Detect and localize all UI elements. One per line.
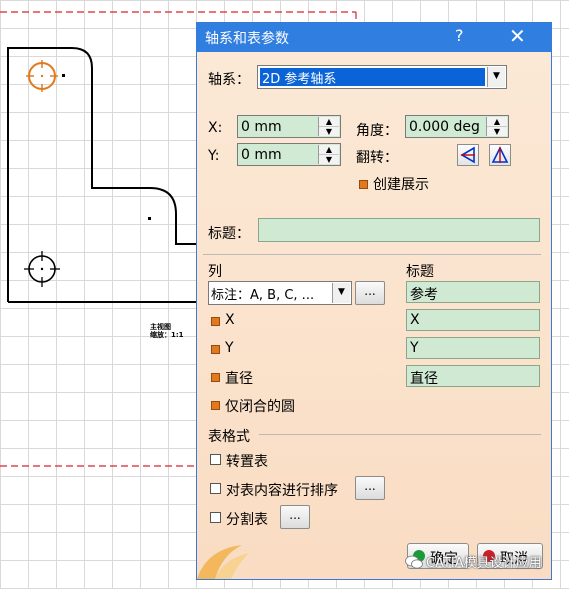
chevron-down-icon[interactable]: ▼ xyxy=(487,67,505,87)
column-y-title-input[interactable]: Y xyxy=(406,337,540,359)
split-label: 分割表 xyxy=(226,512,268,528)
flip-label: 翻转： xyxy=(356,150,398,166)
column-more-button[interactable]: ... xyxy=(355,281,385,305)
axis-system-value: 2D 参考轴系 xyxy=(260,68,485,87)
angle-input[interactable]: 0.000 deg ▲ ▼ xyxy=(405,115,509,138)
title-label: 标题： xyxy=(208,226,250,242)
angle-label: 角度： xyxy=(356,123,398,139)
column-diameter-title-input[interactable]: 直径 xyxy=(406,365,540,387)
closed-circles-checkbox[interactable] xyxy=(211,401,220,410)
x-label: X: xyxy=(208,120,223,136)
axis-label: 轴系： xyxy=(208,72,250,88)
column-y-checkbox[interactable] xyxy=(211,345,220,354)
column-x-checkbox[interactable] xyxy=(211,317,220,326)
y-input[interactable]: 0 mm ▲ ▼ xyxy=(237,143,341,166)
divider xyxy=(203,254,541,255)
flip-vertical-button[interactable] xyxy=(489,144,511,166)
x-input[interactable]: 0 mm ▲ ▼ xyxy=(237,115,341,138)
hole-bottom xyxy=(24,251,60,287)
closed-circles-label: 仅闭合的圆 xyxy=(225,399,295,415)
view-scale-label: 缩放：1:1 xyxy=(150,331,184,339)
wechat-icon xyxy=(405,555,423,569)
flip-horizontal-button[interactable] xyxy=(457,144,479,166)
spin-up-icon[interactable]: ▲ xyxy=(319,145,339,155)
catia-logo-icon xyxy=(197,545,249,579)
sort-checkbox[interactable] xyxy=(210,483,221,494)
flip-horizontal-icon xyxy=(460,146,475,164)
angle-spinner[interactable]: ▲ ▼ xyxy=(486,117,507,136)
column-select-value: 标注：A, B, C, ... xyxy=(211,288,315,303)
angle-value: 0.000 deg xyxy=(409,119,480,135)
create-display-label: 创建展示 xyxy=(373,177,429,193)
column-diameter-label: 直径 xyxy=(225,371,253,387)
x-spinner[interactable]: ▲ ▼ xyxy=(318,117,339,136)
dialog-title: 轴系和表参数 xyxy=(205,31,289,47)
column-y-label: Y xyxy=(225,340,234,356)
y-label: Y: xyxy=(208,148,220,164)
split-checkbox[interactable] xyxy=(210,512,221,523)
point-marker xyxy=(62,74,65,77)
divider xyxy=(259,434,541,435)
spin-down-icon[interactable]: ▼ xyxy=(319,127,339,137)
column-diameter-checkbox[interactable] xyxy=(211,373,220,382)
sort-more-button[interactable]: ... xyxy=(355,476,385,500)
point-marker xyxy=(148,217,151,220)
help-button[interactable]: ? xyxy=(455,26,464,45)
chevron-down-icon[interactable]: ▼ xyxy=(332,283,350,303)
transpose-label: 转置表 xyxy=(226,454,268,470)
axis-table-dialog: 轴系和表参数 ? ✕ 轴系： 2D 参考轴系 ▼ X: 0 mm ▲ ▼ Y: 0… xyxy=(196,22,552,580)
x-value: 0 mm xyxy=(241,119,282,135)
titles-header: 标题 xyxy=(406,264,434,280)
columns-header: 列 xyxy=(208,264,222,280)
view-name-label: 主视图 xyxy=(150,323,171,331)
spin-up-icon[interactable]: ▲ xyxy=(487,117,507,127)
split-more-button[interactable]: ... xyxy=(280,505,310,529)
watermark-text: CATIA模具设计应用 xyxy=(426,556,542,571)
table-format-label: 表格式 xyxy=(208,429,250,445)
create-display-checkbox[interactable] xyxy=(359,180,368,189)
transpose-checkbox[interactable] xyxy=(210,454,221,465)
spin-down-icon[interactable]: ▼ xyxy=(319,155,339,165)
axis-system-select[interactable]: 2D 参考轴系 ▼ xyxy=(257,65,507,89)
close-button[interactable]: ✕ xyxy=(509,24,526,48)
part-outline xyxy=(7,47,200,302)
title-input[interactable] xyxy=(258,218,540,242)
spin-up-icon[interactable]: ▲ xyxy=(319,117,339,127)
sort-label: 对表内容进行排序 xyxy=(226,483,338,499)
hole-top-selected xyxy=(26,60,58,92)
column-x-label: X xyxy=(225,312,235,328)
flip-vertical-icon xyxy=(491,146,509,163)
dialog-titlebar[interactable]: 轴系和表参数 ? ✕ xyxy=(197,23,551,52)
spin-down-icon[interactable]: ▼ xyxy=(487,127,507,137)
y-spinner[interactable]: ▲ ▼ xyxy=(318,145,339,164)
first-title-input[interactable]: 参考 xyxy=(406,281,540,303)
column-x-title-input[interactable]: X xyxy=(406,309,540,331)
column-select[interactable]: 标注：A, B, C, ... ▼ xyxy=(208,281,352,305)
y-value: 0 mm xyxy=(241,147,282,163)
